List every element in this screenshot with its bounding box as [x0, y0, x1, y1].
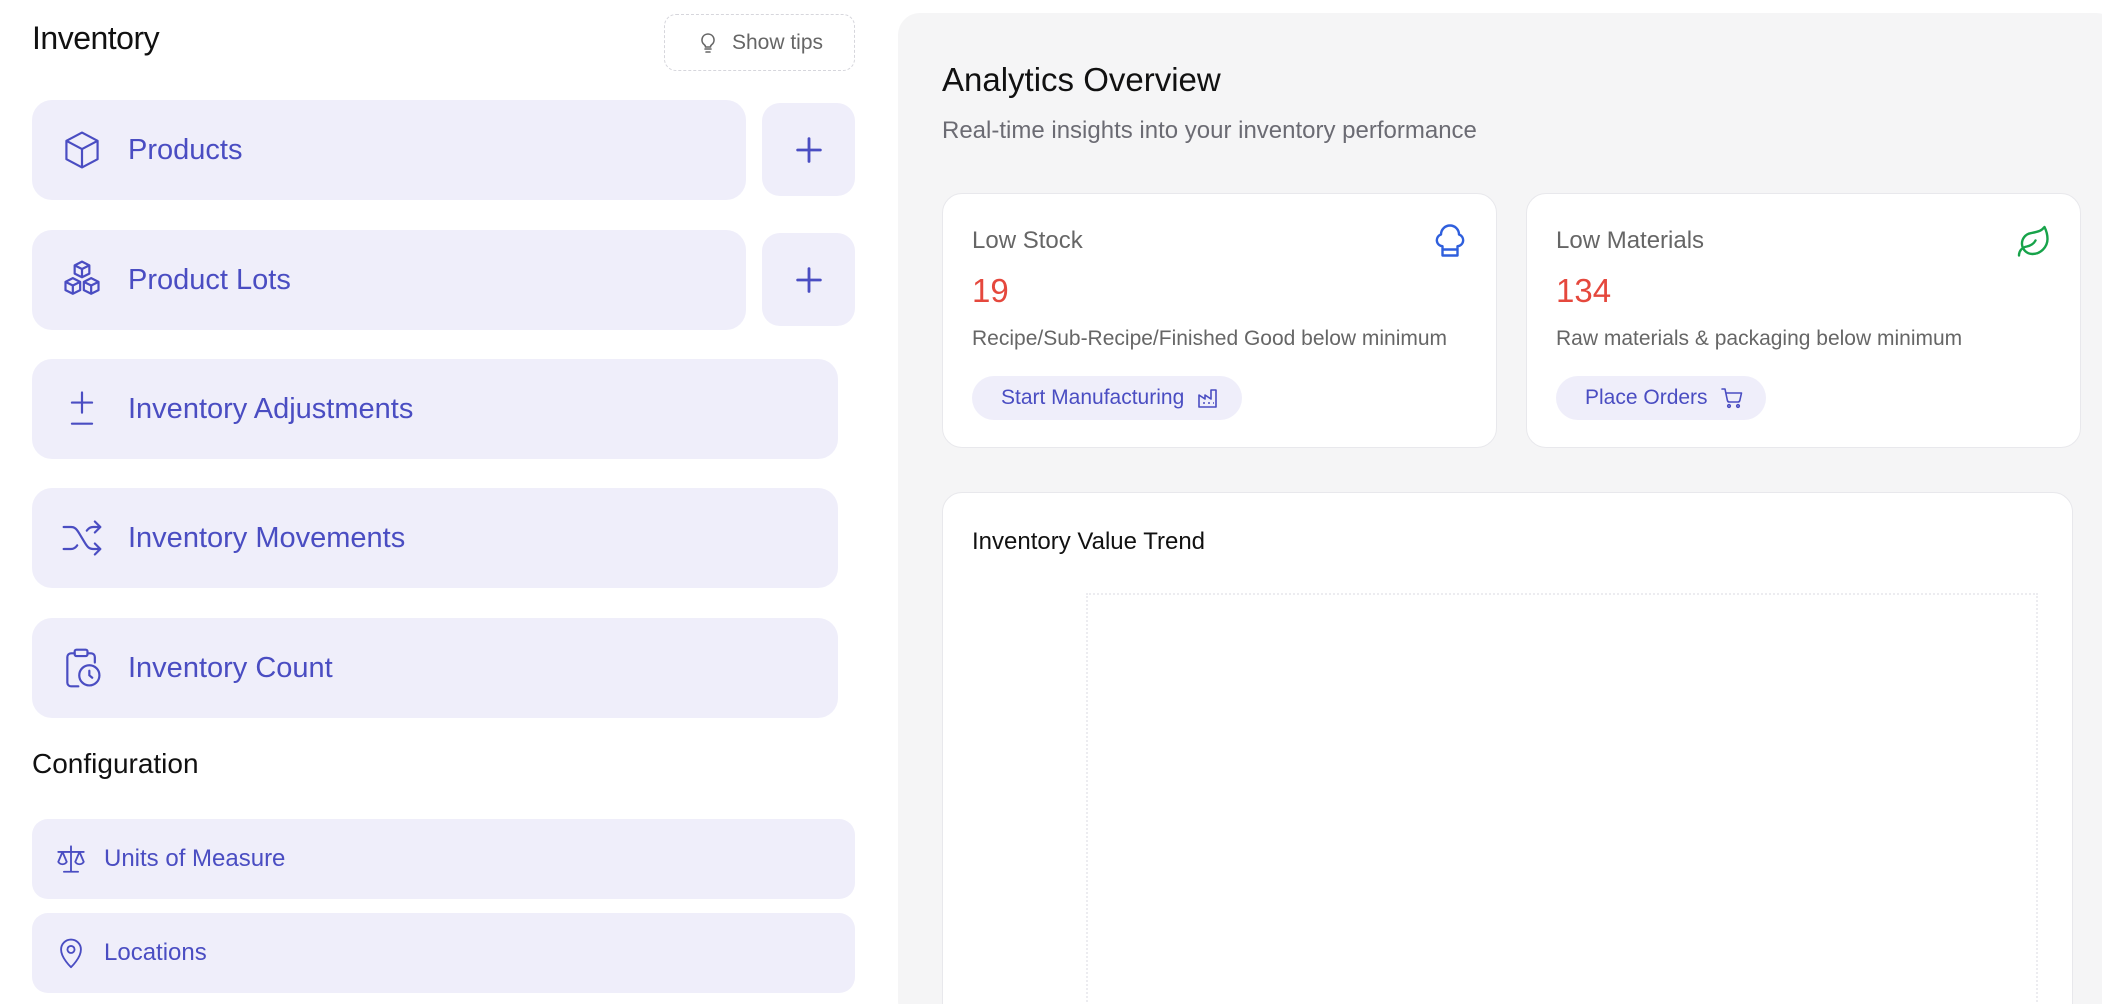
nav-item-label: Inventory Movements: [128, 521, 406, 554]
chef-hat-icon: [1435, 224, 1465, 257]
trend-plot-area: [1086, 593, 2038, 1004]
trend-title: Inventory Value Trend: [972, 528, 1206, 555]
config-item-locations[interactable]: Locations: [32, 913, 855, 993]
page-title: Inventory: [32, 20, 160, 56]
analytics-subtitle: Real-time insights into your inventory p…: [942, 117, 1477, 144]
scale-icon: [57, 845, 85, 873]
button-label: Start Manufacturing: [1001, 386, 1185, 409]
nav-item-products[interactable]: Products: [32, 100, 746, 200]
analytics-title: Analytics Overview: [942, 61, 1221, 98]
lightbulb-icon: [701, 32, 715, 53]
sidebar: Inventory Show tips Products Product Lot…: [0, 0, 880, 1004]
analytics-panel: Analytics Overview Real-time insights in…: [898, 13, 2102, 1004]
shuffle-icon: [62, 520, 102, 556]
stat-description: Raw materials & packaging below minimum: [1556, 327, 1963, 350]
show-tips-label: Show tips: [731, 30, 824, 54]
show-tips-button[interactable]: Show tips: [664, 14, 855, 71]
plus-minus-icon: [70, 391, 94, 425]
boxes-icon: [64, 260, 100, 295]
nav-item-inventory-adjustments[interactable]: Inventory Adjustments: [32, 359, 838, 459]
config-item-label: Locations: [104, 939, 207, 966]
nav-item-label: Inventory Adjustments: [128, 392, 414, 425]
start-manufacturing-button[interactable]: Start Manufacturing: [972, 376, 1243, 420]
stat-value: 134: [1556, 272, 1612, 309]
leaf-icon: [2017, 225, 2049, 257]
nav-item-inventory-movements[interactable]: Inventory Movements: [32, 488, 838, 588]
stat-label: Low Materials: [1556, 227, 1705, 254]
cart-icon: [1720, 388, 1742, 409]
low-stock-card: Low Stock 19 Recipe/Sub-Recipe/Finished …: [942, 193, 1497, 448]
config-item-units-of-measure[interactable]: Units of Measure: [32, 819, 855, 899]
nav-item-label: Inventory Count: [128, 651, 333, 684]
plus-icon: [795, 266, 822, 293]
nav-item-label: Products: [128, 133, 243, 166]
inventory-value-trend-card: Inventory Value Trend: [942, 492, 2073, 1004]
config-item-label: Units of Measure: [104, 845, 286, 872]
map-pin-icon: [60, 938, 82, 969]
add-product-lot-button[interactable]: [762, 233, 855, 326]
configuration-heading: Configuration: [32, 748, 199, 779]
nav-item-label: Product Lots: [128, 263, 291, 296]
stat-description: Recipe/Sub-Recipe/Finished Good below mi…: [972, 327, 1448, 350]
button-label: Place Orders: [1585, 386, 1708, 409]
add-product-button[interactable]: [762, 103, 855, 196]
clipboard-clock-icon: [66, 648, 101, 688]
nav-item-product-lots[interactable]: Product Lots: [32, 230, 746, 330]
factory-icon: [1198, 389, 1218, 408]
nav-item-inventory-count[interactable]: Inventory Count: [32, 618, 838, 718]
box-icon: [65, 131, 99, 169]
place-orders-button[interactable]: Place Orders: [1556, 376, 1766, 420]
low-materials-card: Low Materials 134 Raw materials & packag…: [1526, 193, 2081, 448]
stat-value: 19: [972, 272, 1009, 309]
plus-icon: [795, 136, 822, 163]
stat-label: Low Stock: [972, 227, 1083, 254]
